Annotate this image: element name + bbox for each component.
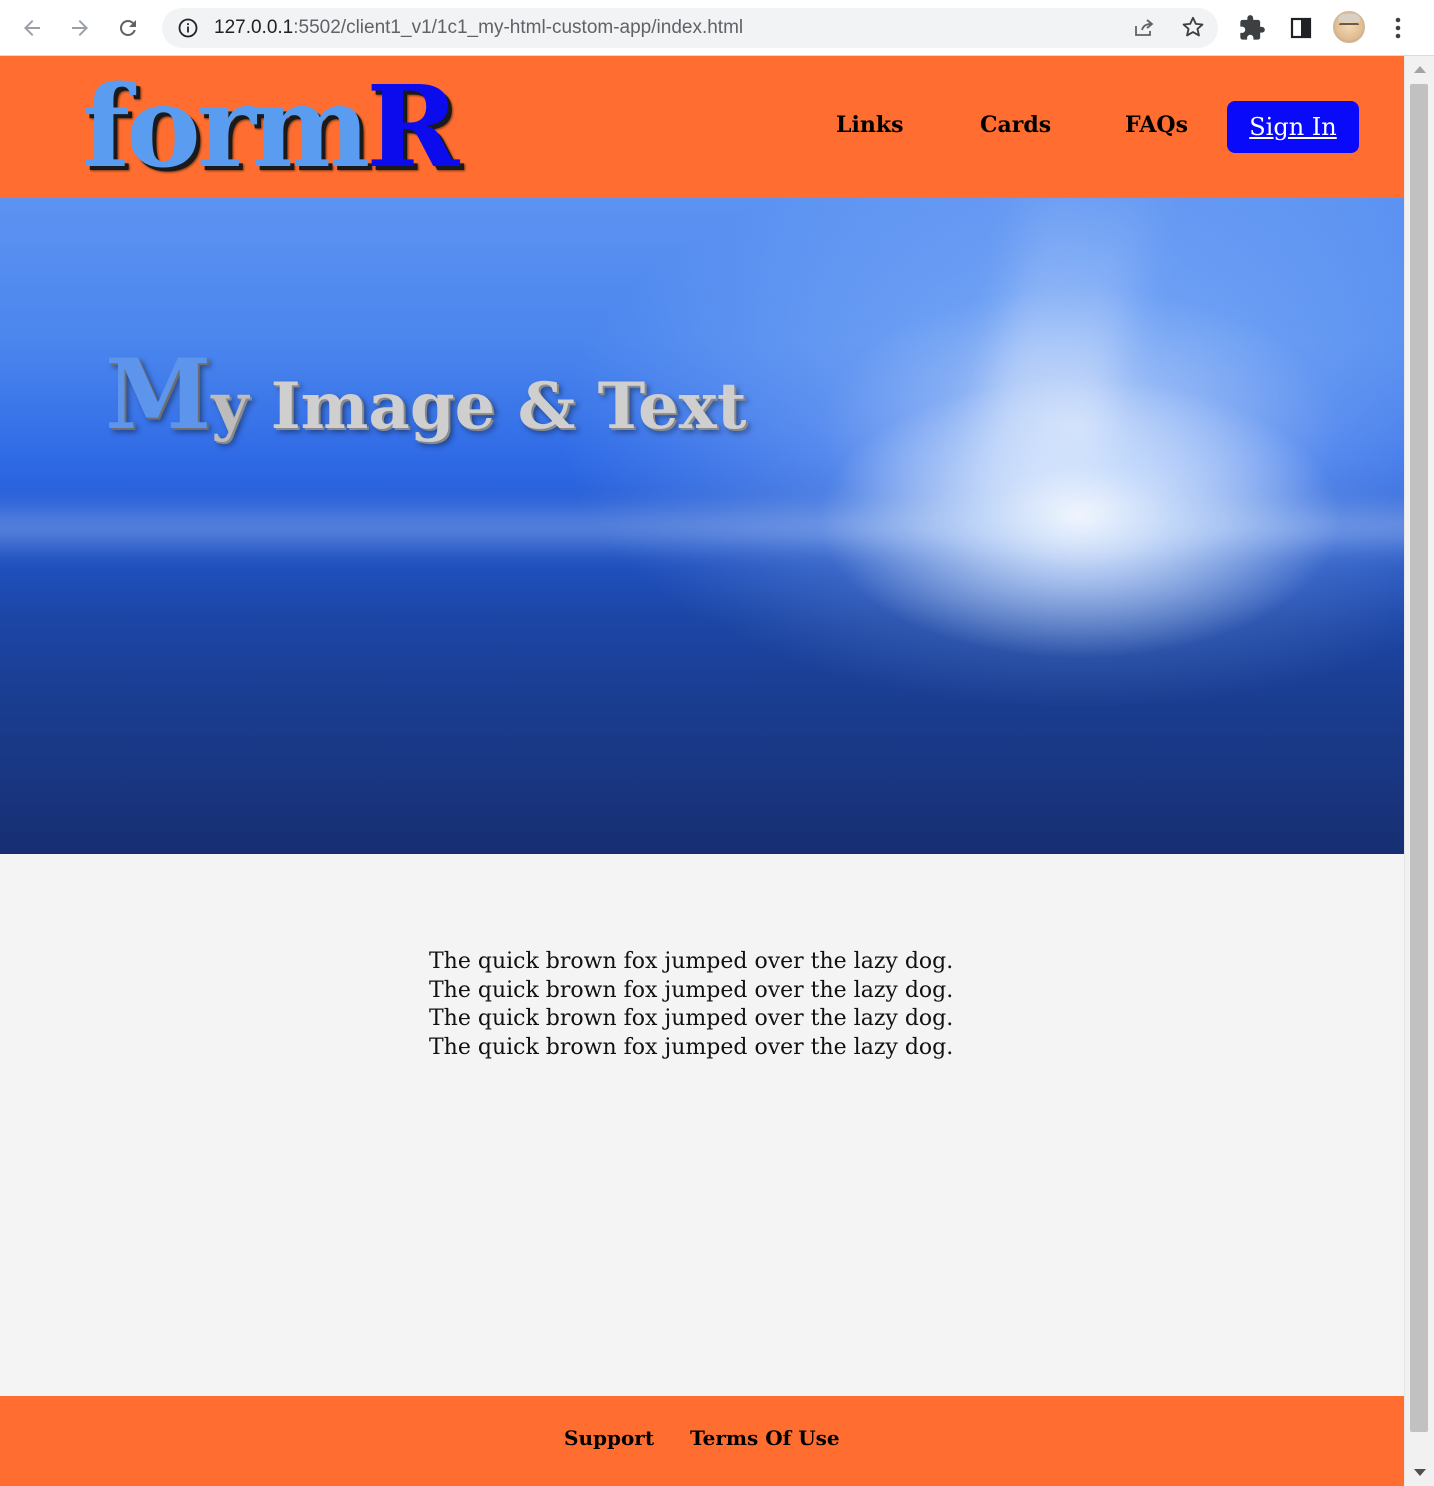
- site-footer: Support Terms Of Use: [0, 1396, 1404, 1486]
- url-host: 127.0.0.1: [214, 17, 294, 38]
- nav-link-cards[interactable]: Cards: [980, 112, 1051, 138]
- scroll-down-arrow-icon[interactable]: [1414, 1469, 1426, 1476]
- kebab-menu-icon[interactable]: [1388, 14, 1408, 42]
- profile-avatar[interactable]: [1333, 11, 1365, 43]
- nav-link-links[interactable]: Links: [836, 112, 903, 138]
- info-icon[interactable]: [178, 18, 198, 38]
- back-arrow-icon[interactable]: [14, 10, 50, 46]
- vertical-scrollbar[interactable]: [1404, 56, 1434, 1486]
- url-path: :5502/client1_v1/1c1_my-html-custom-app/…: [293, 17, 744, 38]
- address-bar[interactable]: 127.0.0.1:5502/client1_v1/1c1_my-html-cu…: [162, 8, 1218, 48]
- footer-link-support[interactable]: Support: [564, 1426, 654, 1450]
- forward-arrow-icon[interactable]: [62, 10, 98, 46]
- logo-text-r: R: [366, 62, 459, 193]
- url-text[interactable]: 127.0.0.1:5502/client1_v1/1c1_my-html-cu…: [214, 17, 743, 39]
- body-text-line: The quick brown fox jumped over the lazy…: [429, 1034, 954, 1060]
- body-text: The quick brown fox jumped over the lazy…: [429, 948, 953, 1062]
- horizon-glow: [0, 498, 1404, 558]
- main-content: The quick brown fox jumped over the lazy…: [0, 854, 1404, 1396]
- avatar-glasses: [1339, 23, 1359, 31]
- sign-in-button[interactable]: Sign In: [1227, 101, 1359, 153]
- site-header: formR Links Cards FAQs Sign In: [0, 56, 1404, 198]
- formr-logo[interactable]: formR: [82, 68, 459, 188]
- star-icon[interactable]: [1180, 14, 1206, 40]
- reload-icon[interactable]: [110, 10, 146, 46]
- sun-beam: [961, 198, 1159, 547]
- hero-title: My Image & Text: [105, 338, 746, 451]
- scrollbar-thumb[interactable]: [1410, 84, 1428, 1432]
- web-page: formR Links Cards FAQs Sign In My Image …: [0, 56, 1404, 1486]
- scroll-up-arrow-icon[interactable]: [1414, 66, 1426, 73]
- hero-banner: My Image & Text: [0, 198, 1404, 854]
- body-text-line: The quick brown fox jumped over the lazy…: [429, 977, 954, 1003]
- avatar-hair: [1338, 14, 1360, 22]
- hero-title-cap: M: [105, 338, 212, 451]
- page-viewport: formR Links Cards FAQs Sign In My Image …: [0, 56, 1434, 1486]
- share-icon[interactable]: [1132, 16, 1156, 40]
- body-text-line: The quick brown fox jumped over the lazy…: [429, 949, 954, 974]
- browser-toolbar: 127.0.0.1:5502/client1_v1/1c1_my-html-cu…: [0, 0, 1434, 56]
- hero-title-rest: Image & Text: [248, 369, 747, 444]
- body-text-line: The quick brown fox jumped over the lazy…: [429, 1006, 954, 1031]
- logo-text-form: form: [82, 62, 370, 193]
- nav-link-faqs[interactable]: FAQs: [1125, 112, 1188, 138]
- extensions-puzzle-icon[interactable]: [1238, 14, 1266, 42]
- footer-link-terms[interactable]: Terms Of Use: [690, 1426, 840, 1450]
- side-panel-icon[interactable]: [1289, 16, 1313, 40]
- hero-title-y: y: [211, 369, 249, 444]
